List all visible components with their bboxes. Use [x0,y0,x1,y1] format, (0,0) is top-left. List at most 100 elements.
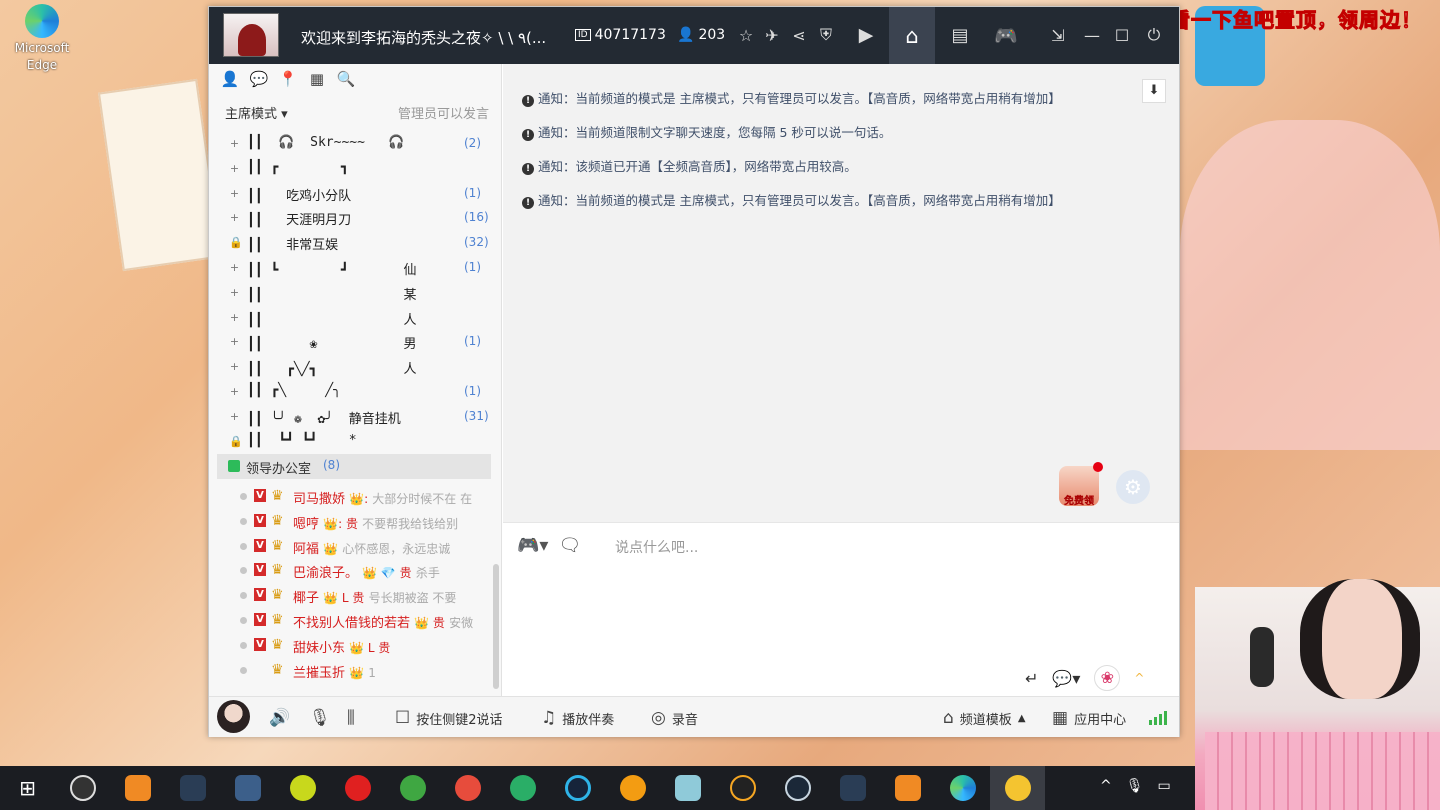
browser-360-icon[interactable] [385,766,440,810]
settings-gear-icon[interactable]: ⚙ [1116,470,1150,504]
speaker-button[interactable]: 🔊 [269,708,290,728]
chevron-up-icon[interactable]: ^ [1134,671,1144,685]
user-row[interactable]: V ♛ 巴渝浪子。 👑 💎 贵 杀手 [209,558,499,583]
channel-row[interactable]: + ┃┃ ╰╯ ❁ ✿╯ 静音挂机 (31) [209,405,499,430]
expand-icon[interactable]: + [229,212,240,223]
mic-button[interactable]: 🎙 [309,708,331,728]
remote-desktop-icon[interactable] [220,766,275,810]
chat-bubble-icon[interactable]: 💬 [250,70,269,88]
mic-tray-icon[interactable]: 🎙 [1126,778,1144,794]
music-button[interactable]: ♫ 播放伴奏 [541,708,614,728]
yy-app-icon[interactable] [110,766,165,810]
user-row[interactable]: V ♛ 阿福 👑 心怀感恩，永远忠诚 [209,534,499,559]
level-icon: ♛ [271,562,284,579]
user-row[interactable]: V ♛ 司马撒娇 👑: 大部分时候不在 在 [209,484,499,509]
channel-row[interactable]: 🔒 ┃┃ 非常互娱 (32) [209,231,499,256]
download-icon[interactable]: ⇲ [1047,24,1069,46]
gamepad-icon[interactable]: 🎮 [994,24,1018,47]
expand-icon[interactable]: + [229,336,240,347]
translate-icon[interactable]: 🗨 [558,535,581,556]
gc-app-icon[interactable] [715,766,770,810]
app-dark-2-icon[interactable] [825,766,880,810]
minimize-icon[interactable]: — [1081,24,1103,46]
shield-icon[interactable]: ⛨ [815,24,837,46]
channel-avatar[interactable] [223,13,279,57]
music-app-icon[interactable] [275,766,330,810]
expand-icon[interactable]: + [229,386,240,397]
enter-icon[interactable]: ↵ [1025,669,1038,688]
expand-icon[interactable]: + [229,262,240,273]
level-icon: ♛ [271,537,284,554]
yy-app-2-icon[interactable] [880,766,935,810]
record-button[interactable]: ◎ 录音 [651,708,698,728]
video-icon[interactable]: ▶ [855,24,877,46]
orange-app-icon[interactable] [605,766,660,810]
channel-row[interactable]: + ┃┃ ❀ 男 (1) [209,330,499,355]
expand-icon[interactable]: + [229,312,240,323]
list-icon[interactable]: ▦ [308,70,326,88]
app-center-button[interactable]: ▦ 应用中心 [1052,708,1126,728]
user-row[interactable]: V ♛ 椰子 👑 L 贵 号长期被盗 不要 [209,583,499,608]
yy-bear-icon[interactable] [990,766,1045,810]
channel-row[interactable]: + ┃┃ 某 [209,281,499,306]
netease-music-icon[interactable] [330,766,385,810]
windows-start-icon[interactable]: ⊞ [0,766,55,810]
user-row[interactable]: ♛ 兰摧玉折 👑 1 [209,658,499,683]
maximize-icon[interactable]: ☐ [1111,24,1133,46]
push-to-talk-button[interactable]: ☐ 按住侧键2说话 [395,708,503,728]
channel-row[interactable]: + ┃┃ 天涯明月刀 (16) [209,206,499,231]
user-icon[interactable]: 👤 [221,70,240,88]
expand-icon[interactable]: + [229,163,240,174]
obs-icon[interactable] [55,766,110,810]
scroll-down-button[interactable]: ⬇ [1142,79,1166,103]
user-row[interactable]: V ♛ 不找别人借钱的若若 👑 贵 安微 [209,608,499,633]
channel-row[interactable]: 🔒 ┃┃ ┗┛ ┗┛ * [209,430,499,455]
channel-row[interactable]: + ┃┃ 吃鸡小分队 (1) [209,182,499,207]
chat-input[interactable]: 说点什么吧... [615,537,698,557]
user-name: 兰摧玉折 [293,665,346,681]
steam-icon[interactable] [770,766,825,810]
game-app-icon[interactable] [440,766,495,810]
user-row[interactable]: V ♛ 甜妹小东 👑 L 贵 [209,633,499,658]
expand-icon[interactable]: + [229,361,240,372]
gamepad-emoji-icon[interactable]: 🎮▾ [517,535,548,556]
emoji-bubble-icon[interactable]: 💬▾ [1052,669,1080,688]
scrollbar[interactable] [493,564,499,689]
channel-row[interactable]: + ┃┃ ┏╲ ╱╮ (1) [209,380,499,405]
expand-icon[interactable]: + [229,188,240,199]
edge-taskbar-icon[interactable] [935,766,990,810]
location-icon[interactable]: 📍 [279,70,298,88]
free-gift-button[interactable]: 免费领 [1059,462,1103,507]
flower-gift-icon[interactable]: ❀ [1094,665,1121,691]
expand-icon[interactable]: + [229,287,240,298]
app-dark-icon[interactable] [165,766,220,810]
share-icon[interactable]: ⋖ [788,24,810,46]
channel-template-button[interactable]: ⌂ 频道模板 ▲ [943,708,1026,728]
mixer-button[interactable]: ⫼ [347,708,355,728]
home-tab[interactable]: ⌂ [889,7,935,64]
expand-icon[interactable]: 🔒 [229,237,243,248]
wechat-icon[interactable] [495,766,550,810]
mode-dropdown[interactable]: 主席模式 ▾ [225,103,288,122]
channel-row[interactable]: + ┃┃ ┗ ┛ 仙 (1) [209,256,499,281]
expand-icon[interactable]: + [229,138,240,149]
group-row[interactable]: 领导办公室 (8) [217,454,491,479]
circle-app-icon[interactable] [550,766,605,810]
chevron-up-icon[interactable]: ^ [1100,778,1112,794]
expand-icon[interactable]: + [229,411,240,422]
search-icon[interactable]: 🔍 [337,70,356,88]
user-row[interactable]: V ♛ 嗯哼 👑: 贵 不要帮我给钱给别 [209,509,499,534]
channel-row[interactable]: + ┃┃ 人 [209,306,499,331]
board-icon[interactable]: ▤ [949,24,971,46]
cube-app-icon[interactable] [660,766,715,810]
channel-row[interactable]: + ┃┃ ┏ ┓ [209,157,499,182]
star-icon[interactable]: ☆ [735,24,757,46]
desktop-icon-edge[interactable]: Microsoft Edge [10,4,74,74]
channel-row[interactable]: + ┃┃ ┏╲╱┓ 人 [209,355,499,380]
channel-row[interactable]: + ┃┃ 🎧 Skr~~~~ 🎧 (2) [209,132,499,157]
my-avatar[interactable] [217,700,250,733]
expand-icon[interactable]: 🔒 [229,436,243,447]
power-icon[interactable]: ⏻ [1143,24,1165,46]
display-icon[interactable]: ▭ [1158,778,1171,794]
plane-icon[interactable]: ✈ [761,24,783,46]
